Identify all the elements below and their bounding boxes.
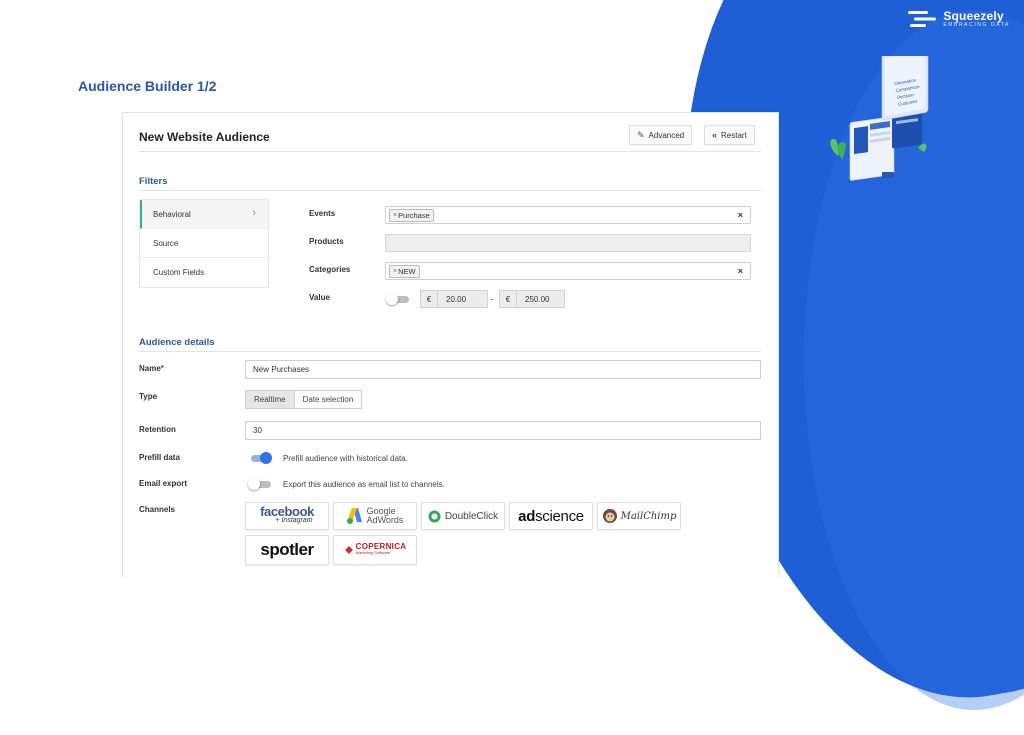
range-separator: - — [490, 294, 493, 304]
clear-selection-icon[interactable]: × — [738, 266, 743, 276]
email-export-description: Export this audience as email list to ch… — [283, 480, 445, 489]
instagram-logo-text: + Instagram — [275, 517, 313, 524]
name-label-text: Name — [139, 364, 161, 373]
prefill-data-description: Prefill audience with historical data. — [283, 454, 408, 463]
filter-category-menu: Behavioral › Source Custom Fields — [139, 199, 269, 288]
currency-symbol: € — [500, 291, 517, 307]
filter-menu-item-custom-fields[interactable]: Custom Fields — [140, 258, 268, 287]
tag-chip-label: NEW — [398, 266, 416, 276]
filter-menu-item-source[interactable]: Source — [140, 229, 268, 258]
retention-value: 30 — [253, 426, 262, 435]
squeezely-logo-icon — [908, 11, 937, 27]
filter-menu-item-behavioral[interactable]: Behavioral › — [140, 200, 268, 229]
channels-label: Channels — [139, 505, 176, 514]
channel-copernica[interactable]: COPERNICA Marketing Software — [333, 535, 417, 565]
retention-input[interactable]: 30 — [245, 421, 761, 440]
type-label: Type — [139, 392, 158, 401]
magic-wand-icon: ✎ — [637, 129, 645, 140]
channel-mailchimp[interactable]: MailChimp — [597, 502, 681, 530]
products-select[interactable] — [385, 234, 751, 252]
mailchimp-monkey-icon — [602, 509, 617, 523]
remove-tag-icon[interactable]: × — [393, 212, 397, 219]
toggle-knob — [260, 452, 272, 464]
channel-doubleclick[interactable]: DoubleClick — [421, 502, 505, 530]
facebook-logo: facebook + Instagram — [260, 504, 314, 525]
brand-tagline: EMBRACING DATA — [943, 22, 1010, 28]
channel-spotler[interactable]: spotler — [245, 535, 329, 565]
value-label: Value — [309, 293, 330, 302]
products-label: Products — [309, 237, 344, 246]
divider — [139, 351, 761, 352]
email-export-toggle[interactable] — [248, 478, 272, 490]
remove-tag-icon[interactable]: × — [393, 268, 397, 275]
required-marker: * — [160, 364, 164, 373]
advanced-button-label: Advanced — [648, 130, 685, 140]
brand-logo: Squeezely EMBRACING DATA — [908, 9, 1010, 29]
type-segmented-control: Realtime Date selection — [245, 390, 363, 409]
categories-select[interactable]: × NEW × — [385, 262, 751, 280]
channel-facebook[interactable]: facebook + Instagram — [245, 502, 329, 530]
channel-adscience[interactable]: adscience — [509, 502, 593, 530]
doubleclick-icon — [428, 510, 441, 522]
double-chevron-left-icon: « — [712, 130, 718, 140]
illustration-list: Orientation Comparison Decision Customer — [894, 76, 923, 108]
tag-chip[interactable]: × NEW — [389, 264, 420, 278]
toggle-knob — [386, 293, 398, 305]
copernica-icon — [344, 546, 353, 554]
divider — [139, 151, 761, 152]
audience-name-input[interactable]: New Purchases — [245, 360, 761, 379]
retention-label: Retention — [139, 425, 176, 434]
facebook-logo-text: facebook — [260, 504, 314, 519]
clear-selection-icon[interactable]: × — [738, 210, 743, 220]
restart-button[interactable]: « Restart — [704, 125, 755, 145]
tag-chip-label: Purchase — [398, 210, 430, 220]
google-adwords-text: Google AdWords — [367, 507, 404, 525]
spotler-logo-text: spotler — [260, 540, 314, 559]
value-max: 250.00 — [525, 294, 550, 304]
google-adwords-icon — [346, 508, 362, 524]
audience-details-section-title: Audience details — [139, 337, 215, 348]
copernica-text: COPERNICA Marketing Software — [356, 543, 407, 556]
advanced-button[interactable]: ✎ Advanced — [629, 125, 693, 145]
email-export-label: Email export — [139, 479, 188, 488]
categories-label: Categories — [309, 265, 351, 274]
brand-name: Squeezely — [943, 9, 1004, 23]
type-option-date-selection[interactable]: Date selection — [294, 390, 363, 409]
adscience-logo-part: science — [535, 507, 584, 525]
filter-menu-item-label: Behavioral — [153, 209, 191, 219]
audience-builder-panel: New Website Audience ✎ Advanced « Restar… — [122, 112, 779, 577]
chevron-right-icon: › — [252, 207, 256, 219]
tag-chip[interactable]: × Purchase — [389, 208, 434, 222]
currency-symbol: € — [421, 291, 438, 307]
adwords-logo-text: AdWords — [366, 515, 404, 525]
filter-menu-item-label: Custom Fields — [153, 268, 205, 277]
value-toggle[interactable] — [386, 293, 410, 305]
toggle-knob — [248, 478, 260, 490]
value-max-input[interactable]: € 250.00 — [499, 290, 565, 308]
value-min-input[interactable]: € 20.00 — [420, 290, 488, 308]
divider — [139, 190, 761, 191]
prefill-data-label: Prefill data — [139, 453, 180, 462]
adscience-logo-part: ad — [518, 507, 536, 525]
restart-button-label: Restart — [721, 130, 747, 140]
events-select[interactable]: × Purchase × — [385, 206, 751, 224]
name-label: Name* — [139, 364, 164, 373]
channel-google-adwords[interactable]: Google AdWords — [333, 502, 417, 530]
doubleclick-logo-text: DoubleClick — [444, 510, 499, 522]
dashboard-illustration-icon — [830, 46, 929, 181]
filters-section-title: Filters — [139, 176, 168, 187]
filter-menu-item-label: Source — [153, 238, 179, 248]
adscience-logo-text: adscience — [518, 508, 584, 525]
dashboard-illustration: Orientation Comparison Decision Customer — [826, 46, 938, 188]
mailchimp-logo-text: MailChimp — [620, 510, 677, 522]
page-title: New Website Audience — [139, 130, 270, 144]
value-min: 20.00 — [446, 294, 467, 304]
prefill-data-toggle[interactable] — [248, 452, 272, 464]
audience-name-value: New Purchases — [253, 365, 310, 374]
slide-title: Audience Builder 1/2 — [78, 78, 217, 94]
type-option-realtime[interactable]: Realtime — [245, 390, 295, 409]
events-label: Events — [309, 209, 336, 218]
